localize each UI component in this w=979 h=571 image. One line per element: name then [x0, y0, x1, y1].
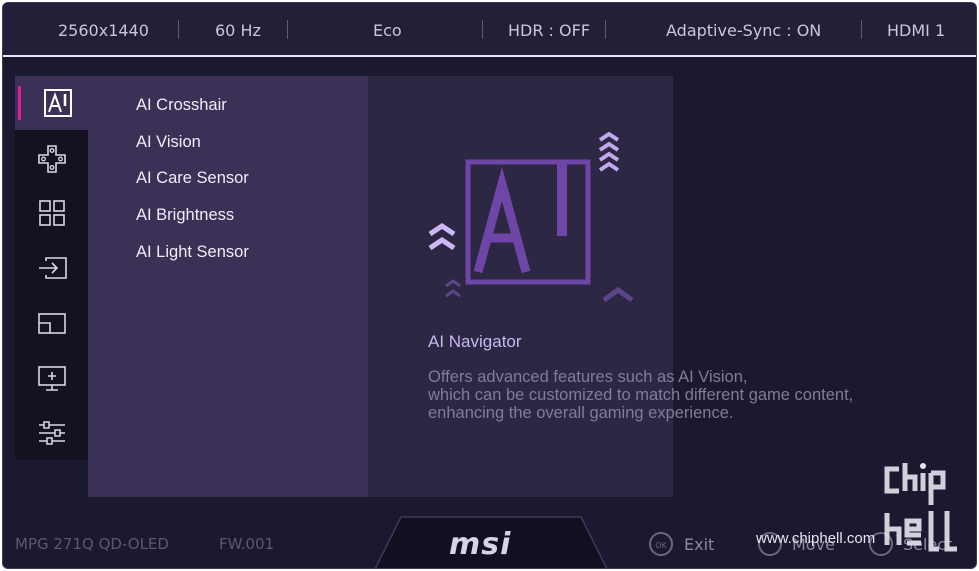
pip-pbp-icon — [37, 313, 66, 334]
sidebar-item-pip-pbp[interactable] — [15, 296, 88, 350]
sidebar-item-professional[interactable] — [15, 186, 88, 240]
firmware-version: FW.001 — [219, 535, 275, 553]
exit-hint: Exit — [684, 535, 715, 554]
description-panel: AI Navigator Offers advanced features su… — [368, 76, 853, 497]
mode-status: Eco — [373, 21, 402, 40]
divider — [178, 20, 179, 39]
menu-item-ai-crosshair[interactable]: AI Crosshair — [136, 96, 227, 115]
svg-text:OK: OK — [655, 541, 667, 550]
divider — [605, 20, 606, 39]
sidebar — [15, 76, 100, 460]
watermark-url: www.chiphell.com — [756, 530, 876, 547]
sidebar-item-input-source[interactable] — [15, 241, 88, 295]
description-line: Offers advanced features such as AI Visi… — [428, 368, 748, 386]
sidebar-item-navi-key[interactable] — [15, 351, 88, 405]
menu-item-ai-light-sensor[interactable]: AI Light Sensor — [136, 243, 249, 262]
professional-grid-icon — [38, 200, 65, 226]
resolution-status: 2560x1440 — [58, 21, 149, 40]
settings-sliders-icon — [38, 421, 65, 445]
submenu-panel: AI Crosshair AI Vision AI Care Sensor AI… — [88, 76, 368, 497]
divider — [482, 20, 483, 39]
ai-navigator-icon — [43, 89, 72, 117]
status-bar: 2560x1440 60 Hz Eco HDR : OFF Adaptive-S… — [3, 3, 976, 57]
input-source-icon — [38, 257, 67, 279]
gaming-controller-icon — [37, 145, 66, 173]
description-text: Offers advanced features such as AI Visi… — [428, 368, 853, 422]
menu-item-ai-brightness[interactable]: AI Brightness — [136, 206, 234, 225]
ai-navigator-illustration — [428, 131, 634, 303]
navi-key-icon — [37, 366, 66, 391]
msi-logo: msi — [449, 527, 512, 562]
refresh-rate-status: 60 Hz — [215, 21, 261, 40]
osd-frame: 2560x1440 60 Hz Eco HDR : OFF Adaptive-S… — [2, 2, 977, 569]
divider — [861, 20, 862, 39]
adaptive-sync-status: Adaptive-Sync : ON — [666, 21, 822, 40]
sidebar-item-settings[interactable] — [15, 406, 88, 460]
chiphell-watermark-logo — [884, 463, 957, 552]
model-name: MPG 271Q QD-OLED — [15, 535, 169, 553]
description-line: which can be customized to match differe… — [428, 386, 854, 404]
divider — [287, 20, 288, 39]
sidebar-item-gaming[interactable] — [15, 132, 88, 186]
input-status: HDMI 1 — [887, 21, 946, 40]
description-line: enhancing the overall gaming experience. — [428, 404, 734, 422]
description-title: AI Navigator — [428, 332, 522, 351]
menu-item-ai-vision[interactable]: AI Vision — [136, 133, 201, 152]
hdr-status: HDR : OFF — [508, 21, 591, 40]
menu-item-ai-care-sensor[interactable]: AI Care Sensor — [136, 169, 249, 188]
exit-key-icon: OK — [649, 532, 673, 556]
